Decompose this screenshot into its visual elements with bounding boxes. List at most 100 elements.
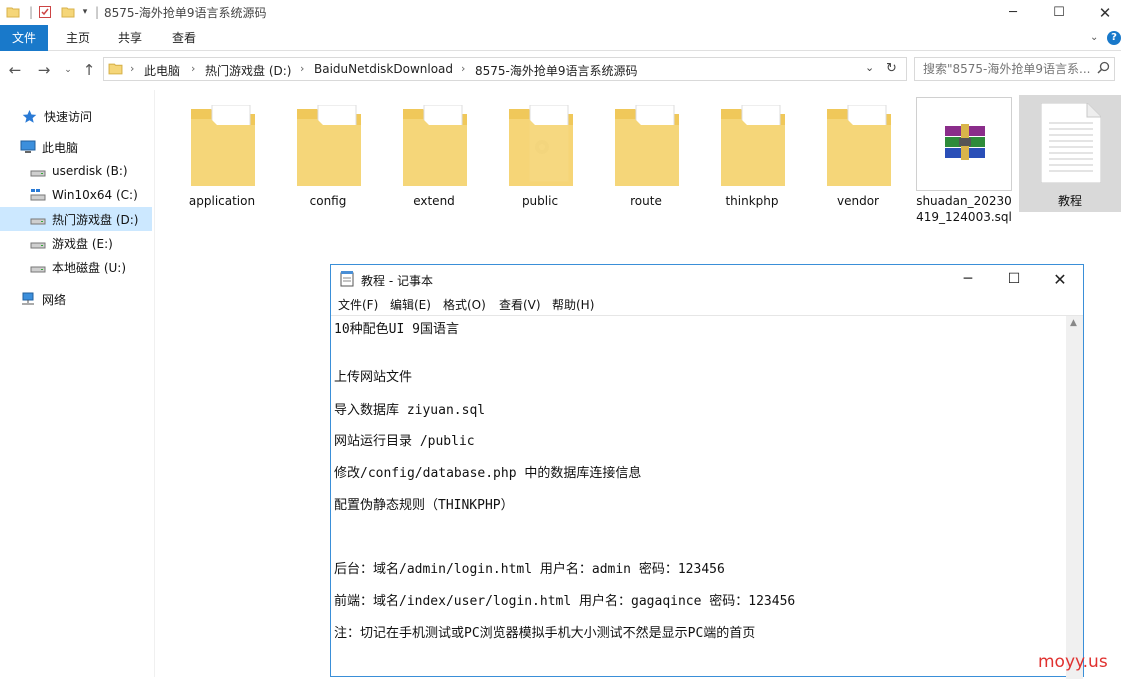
text-line: 网站运行目录 /public: [334, 434, 475, 449]
up-icon[interactable]: ↑: [79, 60, 99, 80]
ribbon: 文件 主页 共享 查看 ⌄ ?: [0, 25, 1121, 51]
properties-icon[interactable]: [36, 3, 54, 21]
sidebar-item-network[interactable]: 网络: [0, 287, 152, 311]
sidebar-item-userdisk[interactable]: userdisk (B:): [0, 159, 152, 183]
sidebar-item-label: userdisk (B:): [52, 164, 128, 178]
separator: |: [94, 5, 100, 19]
minimize-button[interactable]: ─: [990, 0, 1036, 25]
breadcrumb-this-pc[interactable]: 此电脑: [144, 62, 180, 79]
notepad-icon: [340, 271, 354, 290]
folder-icon: [5, 3, 21, 21]
tab-view[interactable]: 查看: [162, 25, 206, 51]
drive-icon: [30, 212, 46, 226]
drive-icon: [30, 260, 46, 274]
drive-icon: [30, 236, 46, 250]
sidebar-item-label: 快速访问: [44, 109, 93, 124]
expand-ribbon-icon[interactable]: ⌄: [1090, 32, 1098, 43]
folder-icon: [297, 105, 361, 186]
file-item-public[interactable]: public: [492, 95, 588, 219]
back-icon[interactable]: ←: [5, 60, 25, 80]
search-icon[interactable]: [1097, 61, 1110, 77]
sidebar-item-label: 本地磁盘 (U:): [52, 260, 127, 275]
sidebar-item-label: Win10x64 (C:): [52, 188, 138, 202]
text-file-icon: [1041, 103, 1101, 183]
menu-help[interactable]: 帮助(H): [552, 296, 594, 313]
star-icon: [22, 109, 38, 123]
sidebar-item-drive-u[interactable]: 本地磁盘 (U:): [0, 255, 152, 279]
text-line: 注：切记在手机测试或PC浏览器模拟手机大小测试不然是显示PC端的首页: [334, 626, 756, 641]
file-name-line1: shuadan_20230: [916, 194, 1012, 208]
new-folder-icon[interactable]: [59, 3, 77, 21]
file-name: application: [188, 194, 256, 208]
help-icon[interactable]: ?: [1107, 31, 1121, 45]
maximize-button[interactable]: ☐: [1036, 0, 1082, 25]
breadcrumb-current-folder[interactable]: 8575-海外抢单9语言系统源码: [475, 62, 638, 79]
breadcrumb-separator[interactable]: ›: [300, 62, 304, 75]
notepad-maximize-button[interactable]: ☐: [991, 265, 1037, 293]
recent-locations-icon[interactable]: ⌄: [58, 60, 78, 80]
network-icon: [20, 292, 36, 306]
text-line: 前端：域名/index/user/login.html 用户名：gagaqinc…: [334, 594, 796, 609]
sidebar-item-label: 此电脑: [42, 140, 79, 155]
file-item-application[interactable]: application: [174, 95, 270, 219]
sidebar-item-this-pc[interactable]: 此电脑: [0, 135, 152, 159]
forward-icon[interactable]: →: [34, 60, 54, 80]
text-line: 上传网站文件: [334, 370, 413, 385]
file-name: vendor: [837, 194, 879, 208]
file-name: config: [309, 194, 347, 208]
scroll-up-icon[interactable]: ▲: [1070, 318, 1077, 328]
folder-icon: [108, 61, 123, 79]
vertical-scrollbar[interactable]: ▲: [1066, 316, 1083, 679]
breadcrumb-separator[interactable]: ›: [191, 62, 195, 75]
sidebar-item-win10x64[interactable]: Win10x64 (C:): [0, 183, 152, 207]
archive-thumbnail: [916, 97, 1012, 191]
notepad-window: 教程 - 记事本 ─ ☐ ✕ 文件(F) 编辑(E) 格式(O) 查看(V) 帮…: [330, 264, 1084, 679]
sidebar-item-drive-e[interactable]: 游戏盘 (E:): [0, 231, 152, 255]
address-bar[interactable]: › 此电脑 › 热门游戏盘 (D:) › BaiduNetdiskDownloa…: [103, 57, 907, 81]
menu-view[interactable]: 查看(V): [499, 296, 541, 313]
menu-edit[interactable]: 编辑(E): [390, 296, 431, 313]
folder-icon: [509, 105, 573, 186]
menu-format[interactable]: 格式(O): [443, 296, 486, 313]
file-name: public: [521, 194, 559, 208]
tab-home[interactable]: 主页: [56, 25, 100, 51]
search-input[interactable]: [923, 62, 1091, 76]
search-box[interactable]: [914, 57, 1115, 81]
customize-toolbar-icon[interactable]: ▾: [78, 3, 92, 21]
refresh-icon[interactable]: ↻: [886, 61, 897, 76]
sidebar-item-drive-d[interactable]: 热门游戏盘 (D:): [0, 207, 152, 231]
file-item-thinkphp[interactable]: thinkphp: [704, 95, 800, 219]
winrar-icon: [945, 124, 985, 160]
file-name-line2: 419_124003.sql: [916, 210, 1012, 224]
breadcrumb-drive-d[interactable]: 热门游戏盘 (D:): [205, 62, 291, 79]
tab-file[interactable]: 文件: [0, 25, 48, 51]
tab-share[interactable]: 共享: [108, 25, 152, 51]
file-item-extend[interactable]: extend: [386, 95, 482, 219]
title-bar: | ▾ | 8575-海外抢单9语言系统源码 ─ ☐ ✕: [0, 0, 1121, 25]
breadcrumb-separator[interactable]: ›: [130, 62, 134, 75]
windows-drive-icon: [30, 188, 46, 202]
sidebar-item-label: 游戏盘 (E:): [52, 236, 113, 251]
file-item-tutorial[interactable]: 教程: [1019, 95, 1121, 212]
sidebar-item-label: 网络: [42, 292, 67, 307]
file-name: extend: [413, 194, 455, 208]
folder-icon: [403, 105, 467, 186]
menu-file[interactable]: 文件(F): [338, 296, 378, 313]
file-item-route[interactable]: route: [598, 95, 694, 219]
computer-icon: [20, 140, 36, 154]
file-item-vendor[interactable]: vendor: [810, 95, 906, 219]
file-item-sql-archive[interactable]: shuadan_20230 419_124003.sql: [916, 95, 1012, 224]
folder-icon: [615, 105, 679, 186]
sidebar-item-quick-access[interactable]: 快速访问: [0, 104, 152, 128]
breadcrumb-baidunetdisk[interactable]: BaiduNetdiskDownload: [314, 62, 453, 76]
close-button[interactable]: ✕: [1082, 0, 1121, 25]
breadcrumb-separator[interactable]: ›: [461, 62, 465, 75]
file-name: route: [630, 194, 662, 208]
folder-icon: [827, 105, 891, 186]
notepad-close-button[interactable]: ✕: [1037, 265, 1083, 293]
file-item-config[interactable]: config: [280, 95, 376, 219]
address-dropdown-icon[interactable]: ⌄: [865, 61, 874, 74]
notepad-text-area[interactable]: 10种配色UI 9国语言 上传网站文件 导入数据库 ziyuan.sql 网站运…: [331, 315, 1083, 679]
window-title: 8575-海外抢单9语言系统源码: [104, 6, 267, 20]
notepad-minimize-button[interactable]: ─: [945, 265, 991, 293]
